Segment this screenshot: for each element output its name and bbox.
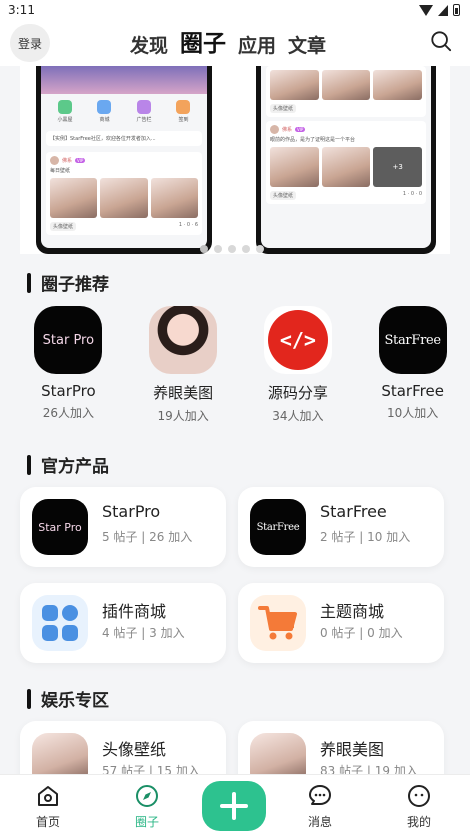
nav-home[interactable]: 首页 (18, 783, 78, 830)
home-icon (38, 786, 58, 806)
banner-phone-right: 头像壁纸 佛系 VIP 眼前的作品，是为了证明这是一个平台 +3 头像壁纸 1 · … (256, 66, 436, 254)
tab-apps[interactable]: 应用 (238, 31, 276, 58)
status-icons (419, 4, 460, 16)
wifi-icon (419, 4, 433, 16)
nav-profile[interactable]: 我的 (389, 783, 449, 830)
signal-icon (438, 4, 448, 16)
banner-post-card: 佛系 VIP 每日壁纸 头像壁纸 1 · 0 · 6 (46, 152, 202, 235)
recommend-item[interactable]: Star Pro StarPro 26人加入 (11, 306, 126, 424)
recommend-item[interactable]: </> 源码分享 34人加入 (241, 306, 356, 424)
quick-entry: 商城 (97, 100, 112, 123)
carousel-indicator (200, 245, 264, 253)
plus-icon (220, 792, 248, 820)
starfree-logo: StarFree (378, 306, 447, 374)
status-time: 3:11 (8, 3, 35, 17)
status-bar: 3:11 (0, 0, 470, 22)
banner-sky-image (41, 66, 207, 94)
section-title-recommend: 圈子推荐 (27, 270, 109, 295)
starpro-logo: Star Pro (34, 306, 103, 374)
banner-post-card-top: 头像壁纸 (266, 66, 426, 117)
quick-entry: 签到 (176, 100, 191, 123)
product-card-starfree[interactable]: StarFree StarFree 2 帖子 | 10 加入 (238, 487, 444, 567)
tab-articles[interactable]: 文章 (288, 31, 326, 58)
recommend-item[interactable]: 养眼美图 19人加入 (126, 306, 241, 424)
recommend-item[interactable]: StarFree StarFree 10人加入 (355, 306, 470, 424)
product-card-plugins[interactable]: 插件商城 4 帖子 | 3 加入 (20, 583, 226, 663)
nav-circle[interactable]: 圈子 (117, 783, 177, 830)
top-tabs: 发现 圈子 应用 文章 (130, 26, 326, 58)
carousel-dot[interactable] (256, 245, 264, 253)
search-icon[interactable] (430, 30, 452, 52)
quick-entry: 小黑屋 (57, 100, 73, 123)
carousel-dot[interactable] (228, 245, 236, 253)
product-card-themes[interactable]: 主题商城 0 帖子 | 0 加入 (238, 583, 444, 663)
message-icon (309, 785, 331, 805)
tab-circle[interactable]: 圈子 (180, 24, 226, 58)
section-title-official: 官方产品 (27, 452, 109, 477)
quick-entries: 小黑屋 商城 广告栏 签到 (41, 94, 207, 125)
starfree-logo: StarFree (250, 499, 306, 555)
code-share-logo: </> (263, 306, 332, 374)
plugin-grid-icon (32, 595, 88, 651)
quick-entry: 广告栏 (136, 100, 151, 123)
tab-discover[interactable]: 发现 (130, 31, 168, 58)
compass-icon (136, 785, 158, 807)
carousel-dot[interactable] (200, 245, 208, 253)
beauty-photo-avatar (149, 306, 218, 374)
product-card-starpro[interactable]: Star Pro StarPro 5 帖子 | 26 加入 (20, 487, 226, 567)
carousel-dot[interactable] (242, 245, 250, 253)
section-bar (27, 454, 31, 475)
bottom-nav: 首页 圈子 消息 我的 (0, 774, 470, 836)
section-bar (27, 688, 31, 709)
banner-carousel[interactable]: 小黑屋 商城 广告栏 签到 【实例】StarFree社区，欢迎各位开发者加入..… (20, 66, 450, 254)
shopping-cart-icon (250, 595, 306, 651)
nav-messages[interactable]: 消息 (290, 783, 350, 830)
carousel-dot[interactable] (214, 245, 222, 253)
banner-notice: 【实例】StarFree社区，欢迎各位开发者加入... (46, 131, 202, 146)
battery-icon (453, 4, 460, 16)
banner-phone-left: 小黑屋 商城 广告栏 签到 【实例】StarFree社区，欢迎各位开发者加入..… (36, 66, 212, 254)
login-button[interactable]: 登录 (10, 24, 50, 62)
top-header: 登录 发现 圈子 应用 文章 (0, 22, 470, 66)
section-title-entertainment: 娱乐专区 (27, 686, 109, 711)
profile-icon (408, 785, 430, 807)
recommend-list: Star Pro StarPro 26人加入 养眼美图 19人加入 </> 源码… (0, 306, 470, 424)
banner-post-card: 佛系 VIP 眼前的作品，是为了证明这是一个平台 +3 头像壁纸 1 · 0 · 0 (266, 121, 426, 204)
section-bar (27, 272, 31, 293)
add-post-button[interactable] (202, 781, 266, 831)
starpro-logo: Star Pro (32, 499, 88, 555)
